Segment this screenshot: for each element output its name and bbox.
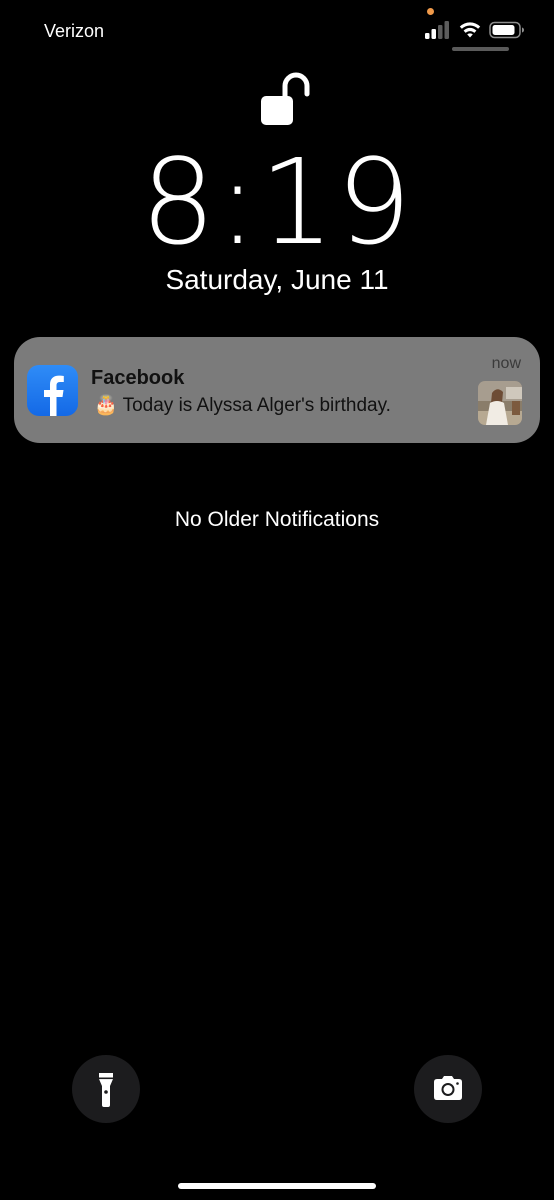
wifi-icon <box>459 22 481 38</box>
camera-icon <box>434 1076 462 1100</box>
battery-icon <box>489 21 524 39</box>
birthday-cake-emoji: 🎂 <box>94 395 118 416</box>
privacy-indicator-dot <box>427 8 434 15</box>
no-older-notifications-label: No Older Notifications <box>174 508 380 531</box>
signal-bar <box>431 29 436 39</box>
notification-message-line: 🎂 Today is Alyssa Alger's birthday. <box>94 393 391 417</box>
carrier-name: Verizon <box>44 21 105 41</box>
lock-screen-date: Saturday, June 11 <box>165 264 389 295</box>
facebook-icon <box>27 365 78 416</box>
signal-bar <box>444 21 449 39</box>
signal-bar <box>438 25 443 39</box>
flashlight-icon <box>99 1073 113 1107</box>
notification-app-name: Facebook <box>91 367 185 389</box>
unlocked-padlock-icon <box>261 72 310 125</box>
notification-thumbnail <box>478 381 522 425</box>
lock-screen-time: 8:19 <box>140 133 414 271</box>
facebook-notification[interactable]: Facebook now 🎂 Today is Alyssa Alger's b… <box>14 337 540 443</box>
notification-timestamp: now <box>491 355 521 372</box>
status-bar: Verizon <box>0 0 554 60</box>
home-indicator[interactable] <box>178 1183 376 1189</box>
notification-message: Today is Alyssa Alger's birthday. <box>122 395 391 416</box>
signal-bar <box>425 33 430 39</box>
cellular-signal-icon <box>425 21 449 39</box>
flashlight-button[interactable] <box>72 1055 140 1123</box>
camera-button[interactable] <box>414 1055 482 1123</box>
control-center-grabber[interactable] <box>452 47 509 51</box>
